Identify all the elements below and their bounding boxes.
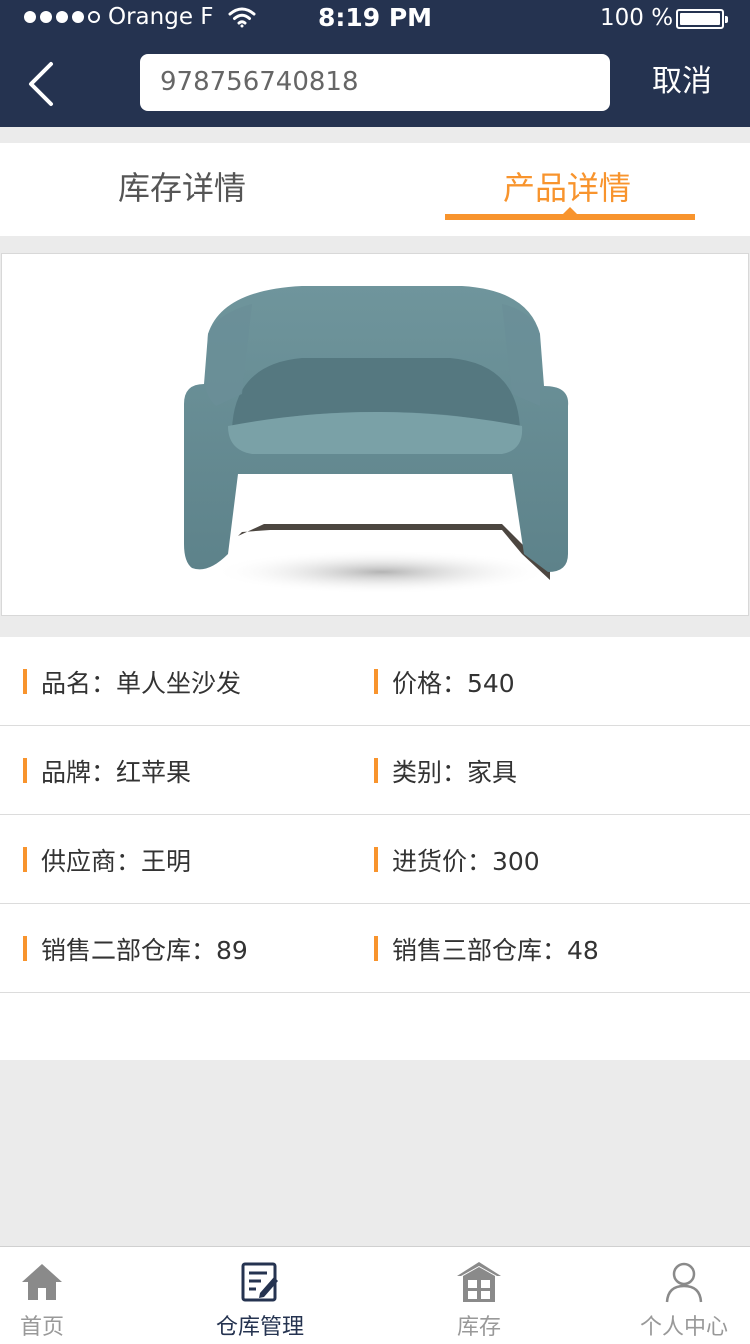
tabbar-home-label: 首页	[19, 1315, 64, 1340]
product-name: 品名：单人坐沙发	[41, 668, 242, 698]
detail-item: 品牌：红苹果	[23, 726, 191, 815]
product-brand: 品牌：红苹果	[41, 757, 192, 787]
tabbar-stock-label: 库存	[456, 1315, 501, 1340]
warehouse-icon	[457, 1262, 501, 1302]
product-purchase-price: 进货价：300	[392, 846, 540, 876]
tabbar-warehouse[interactable]: 仓库管理	[205, 1247, 315, 1344]
cancel-button[interactable]: 取消	[652, 58, 712, 106]
detail-item: 进货价：300	[374, 815, 540, 904]
active-tab-indicator	[445, 207, 695, 220]
tabbar-stock[interactable]: 库存	[447, 1247, 511, 1344]
tabbar-profile-label: 个人中心	[639, 1315, 728, 1340]
detail-item: 供应商：王明	[23, 815, 191, 904]
product-supplier: 供应商：王明	[41, 846, 192, 876]
bottom-tab-bar: 首页 仓库管理 库存 个人中心	[0, 1246, 750, 1344]
chevron-left-icon	[29, 62, 53, 106]
nav-header: Orange F 8:19 PM 100 % 取消	[0, 0, 750, 127]
detail-item: 类别：家具	[374, 726, 517, 815]
warehouse-sales-3: 销售三部仓库：48	[392, 935, 599, 965]
status-bar: Orange F 8:19 PM 100 %	[0, 0, 750, 40]
product-category: 类别：家具	[392, 757, 518, 787]
search-input[interactable]	[140, 54, 610, 111]
detail-item: 品名：单人坐沙发	[23, 637, 241, 726]
detail-row: 品牌：红苹果 类别：家具	[0, 726, 750, 815]
detail-item: 销售二部仓库：89	[23, 904, 248, 993]
battery-percent: 100 %	[600, 5, 674, 31]
detail-row: 销售二部仓库：89 销售三部仓库：48	[0, 904, 750, 993]
product-price: 价格：540	[392, 668, 515, 698]
tabbar-home[interactable]: 首页	[10, 1247, 74, 1344]
detail-row: 品名：单人坐沙发 价格：540	[0, 637, 750, 726]
tabbar-warehouse-label: 仓库管理	[215, 1315, 304, 1340]
home-icon	[22, 1264, 62, 1300]
back-button[interactable]	[18, 58, 62, 110]
detail-tabs: 库存详情 产品详情	[0, 143, 750, 236]
detail-item: 销售三部仓库：48	[374, 904, 599, 993]
battery-icon	[676, 9, 728, 29]
detail-row: 供应商：王明 进货价：300	[0, 815, 750, 904]
edit-document-icon	[241, 1262, 278, 1302]
detail-item: 价格：540	[374, 637, 515, 726]
user-icon	[665, 1262, 703, 1303]
warehouse-sales-2: 销售二部仓库：89	[41, 935, 248, 965]
tab-stock-details[interactable]: 库存详情	[118, 163, 246, 209]
armchair-photo	[184, 286, 569, 594]
tabbar-profile[interactable]: 个人中心	[630, 1247, 738, 1344]
tab-product-details[interactable]: 产品详情	[503, 163, 631, 209]
product-image	[1, 253, 749, 616]
product-details-list: 品名：单人坐沙发 价格：540 品牌：红苹果 类别：家具 供应商：王明 进货价：…	[0, 637, 750, 1060]
